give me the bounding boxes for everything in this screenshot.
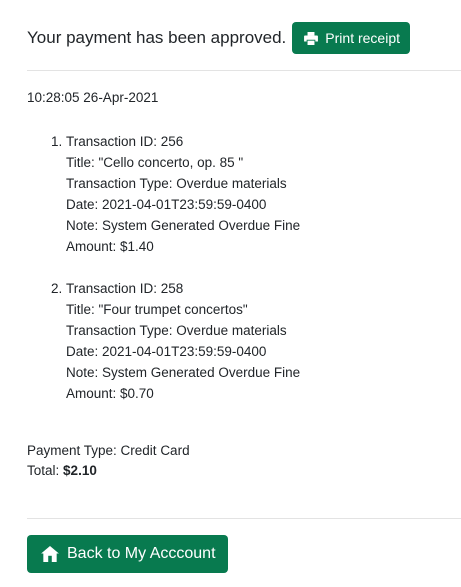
divider: [27, 70, 461, 71]
transaction-id: Transaction ID: 258: [66, 281, 184, 296]
transaction-id: Transaction ID: 256: [66, 134, 184, 149]
transaction-type: Transaction Type: Overdue materials: [66, 176, 287, 191]
transaction-number: 2.: [51, 281, 63, 296]
transaction-number: 1.: [51, 134, 63, 149]
printer-icon: [304, 31, 319, 45]
payment-total: Total: $2.10: [27, 461, 190, 481]
transaction-item: 1. Transaction ID: 256 Title: "Cello con…: [51, 131, 300, 257]
home-icon: [41, 546, 59, 562]
approval-header: Your payment has been approved. Print re…: [27, 22, 410, 54]
transaction-title: Title: "Cello concerto, op. 85 ": [66, 155, 244, 170]
transaction-amount: Amount: $0.70: [66, 386, 154, 401]
transaction-date: Date: 2021-04-01T23:59:59-0400: [66, 344, 267, 359]
print-receipt-button[interactable]: Print receipt: [292, 22, 410, 54]
transaction-title: Title: "Four trumpet concertos": [66, 302, 248, 317]
receipt-timestamp: 10:28:05 26-Apr-2021: [27, 90, 159, 105]
transaction-list: 1. Transaction ID: 256 Title: "Cello con…: [51, 131, 300, 404]
back-to-account-button[interactable]: Back to My Acccount: [27, 535, 228, 573]
transaction-note: Note: System Generated Overdue Fine: [66, 365, 301, 380]
divider: [27, 518, 461, 519]
transaction-note: Note: System Generated Overdue Fine: [66, 218, 301, 233]
approval-message: Your payment has been approved.: [27, 28, 287, 47]
transaction-item: 2. Transaction ID: 258 Title: "Four trum…: [51, 278, 300, 404]
total-label: Total:: [27, 463, 60, 478]
print-receipt-label: Print receipt: [325, 30, 400, 46]
transaction-type: Transaction Type: Overdue materials: [66, 323, 287, 338]
transaction-date: Date: 2021-04-01T23:59:59-0400: [66, 197, 267, 212]
transaction-amount: Amount: $1.40: [66, 239, 154, 254]
payment-type: Payment Type: Credit Card: [27, 443, 190, 458]
back-to-account-label: Back to My Acccount: [67, 545, 216, 562]
total-value: $2.10: [63, 463, 97, 478]
payment-summary: Payment Type: Credit Card Total: $2.10: [27, 441, 190, 481]
